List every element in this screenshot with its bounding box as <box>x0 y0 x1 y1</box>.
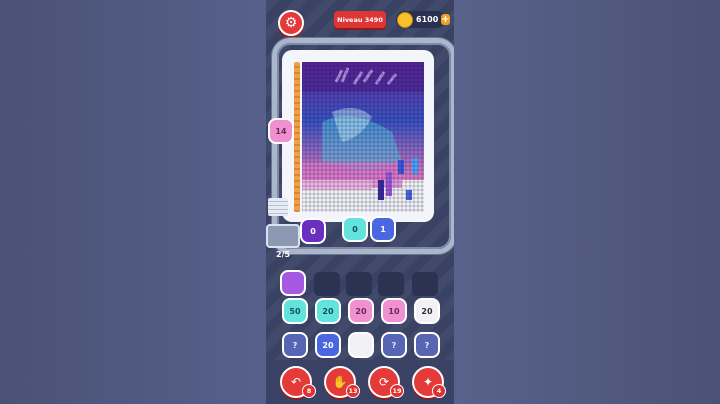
held-figure[interactable] <box>280 270 306 296</box>
conveyor-figure-count: 0 <box>352 224 358 234</box>
empty-slot[interactable] <box>346 272 372 296</box>
figure-count: 20 <box>322 340 334 350</box>
figure-count: 20 <box>322 306 334 316</box>
queue-figure[interactable]: 20 <box>414 298 440 324</box>
figure-count: 10 <box>388 306 400 316</box>
hidden-figure[interactable]: ? <box>414 332 440 358</box>
gear-icon: ⚙ <box>284 15 298 31</box>
hidden-figure[interactable]: ? <box>282 332 308 358</box>
shuffle-count-badge: 19 <box>390 384 404 398</box>
conveyor-figure[interactable]: 1 <box>370 216 396 242</box>
settings-button[interactable]: ⚙ <box>278 10 304 36</box>
slot-progress: 2/5 <box>276 250 291 259</box>
pixel-art-deer <box>302 62 424 212</box>
conveyor-figure[interactable]: 0 <box>300 218 326 244</box>
coin-counter: 6100 + <box>396 11 450 28</box>
queue-figure[interactable]: 20 <box>348 298 374 324</box>
queue-figure[interactable]: 10 <box>381 298 407 324</box>
hand-count-badge: 13 <box>346 384 360 398</box>
figure-count: 20 <box>421 306 433 316</box>
magic-icon: ✦ <box>422 375 434 389</box>
left-background <box>0 0 266 404</box>
coin-icon <box>397 11 413 28</box>
empty-slot[interactable] <box>314 272 340 296</box>
figure-count: ? <box>391 340 397 350</box>
undo-count-badge: 8 <box>302 384 316 398</box>
conveyor-rail <box>294 62 300 212</box>
game-screen: ⚙ Niveau 3490 6100 + 14 0 0 1 2/5 50 20 … <box>266 0 454 404</box>
empty-slot[interactable] <box>378 272 404 296</box>
side-counter-value: 14 <box>275 126 287 136</box>
figure-count: ? <box>424 340 430 350</box>
figure-count: 50 <box>289 306 301 316</box>
spare-stack <box>268 198 288 216</box>
queue-figure[interactable]: 20 <box>315 332 341 358</box>
add-coins-button[interactable]: + <box>441 14 450 25</box>
conveyor-figure[interactable]: 0 <box>342 216 368 242</box>
queue-figure[interactable] <box>348 332 374 358</box>
queue-figure[interactable]: 20 <box>315 298 341 324</box>
hidden-figure[interactable]: ? <box>381 332 407 358</box>
conveyor-figure-count: 0 <box>310 226 316 236</box>
undo-icon: ↶ <box>290 375 302 389</box>
magic-count-badge: 4 <box>432 384 446 398</box>
shuffle-icon: ⟳ <box>378 375 390 389</box>
empty-slot[interactable] <box>412 272 438 296</box>
level-badge: Niveau 3490 <box>334 11 386 28</box>
figure-count: ? <box>292 340 298 350</box>
coin-value: 6100 <box>416 15 439 24</box>
figure-dispenser <box>266 224 300 248</box>
figure-count: 20 <box>355 306 367 316</box>
hand-icon: ✋ <box>332 375 348 389</box>
side-counter-figure: 14 <box>268 118 294 144</box>
conveyor-figure-count: 1 <box>380 224 386 234</box>
right-background <box>454 0 720 404</box>
queue-figure[interactable]: 50 <box>282 298 308 324</box>
